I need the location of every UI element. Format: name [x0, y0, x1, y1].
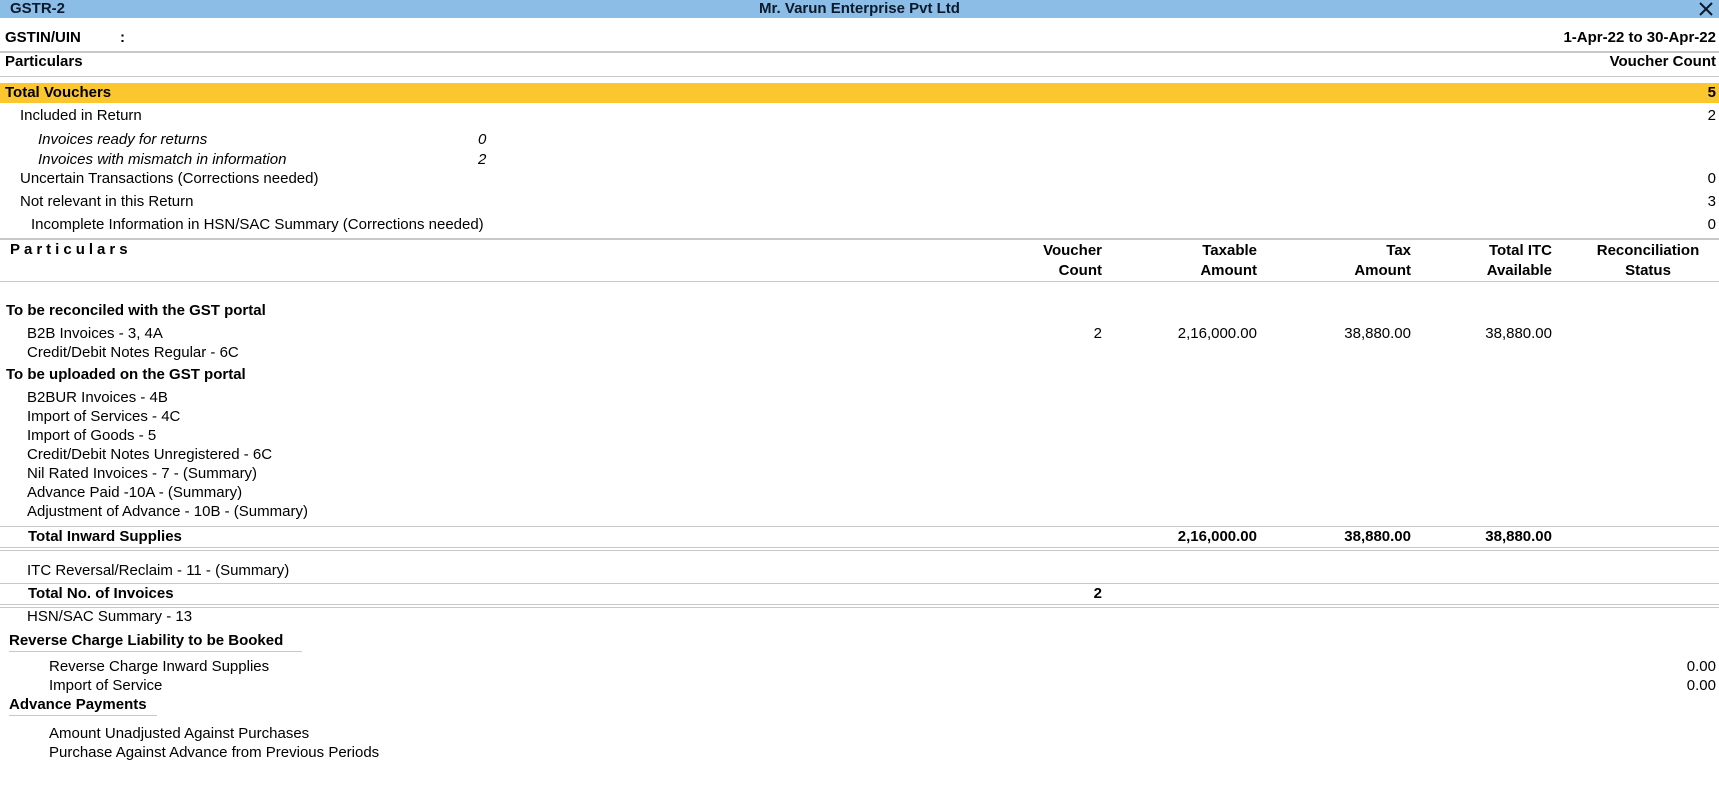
gstin-label: GSTIN/UIN — [5, 29, 81, 46]
invoices-ready-value: 0 — [478, 131, 487, 148]
invoices-mismatch-value: 2 — [478, 151, 487, 168]
summary-col-voucher-count: Voucher Count — [1609, 53, 1716, 70]
list-item[interactable]: Import of Goods - 5 — [27, 427, 156, 444]
advance-payments-heading: Advance Payments — [9, 696, 147, 713]
table-col-total-itc: Total ITC Available — [1487, 241, 1552, 281]
heading-underline — [9, 651, 302, 652]
invoices-ready-label[interactable]: Invoices ready for returns — [38, 131, 207, 148]
total-invoices-label: Total No. of Invoices — [28, 585, 174, 602]
header-line: Taxable — [1202, 242, 1257, 259]
header-line: Amount — [1354, 262, 1411, 279]
b2b-tax-amount: 38,880.00 — [1344, 325, 1411, 342]
header-line: Tax — [1386, 242, 1411, 259]
header-line: Total ITC — [1488, 242, 1552, 259]
total-vouchers-value: 5 — [1707, 84, 1716, 101]
list-item[interactable]: Adjustment of Advance - 10B - (Summary) — [27, 503, 308, 520]
hsn-summary-label[interactable]: HSN/SAC Summary - 13 — [27, 608, 192, 625]
list-item[interactable]: Nil Rated Invoices - 7 - (Summary) — [27, 465, 257, 482]
total-inward-supplies-label: Total Inward Supplies — [28, 528, 182, 545]
gstin-separator: : — [120, 29, 125, 46]
upload-heading: To be uploaded on the GST portal — [6, 366, 246, 383]
title-bar: GSTR-2 Mr. Varun Enterprise Pvt Ltd — [0, 0, 1719, 18]
total-inward-tax: 38,880.00 — [1344, 528, 1411, 545]
table-col-tax-amount: Tax Amount — [1354, 241, 1411, 281]
divider — [0, 526, 1719, 527]
divider — [0, 604, 1719, 605]
not-relevant-label[interactable]: Not relevant in this Return — [20, 193, 193, 210]
incomplete-hsn-label[interactable]: Incomplete Information in HSN/SAC Summar… — [31, 216, 484, 233]
list-item[interactable]: Import of Services - 4C — [27, 408, 180, 425]
company-name: Mr. Varun Enterprise Pvt Ltd — [759, 0, 960, 17]
close-icon[interactable] — [1697, 0, 1715, 18]
import-of-service-value: 0.00 — [1686, 677, 1716, 694]
table-col-taxable-amount: Taxable Amount — [1200, 241, 1257, 281]
table-col-reconciliation-status: Reconciliation Status — [1590, 241, 1706, 281]
list-item[interactable]: Purchase Against Advance from Previous P… — [49, 744, 379, 761]
reverse-charge-inward-label[interactable]: Reverse Charge Inward Supplies — [49, 658, 269, 675]
divider — [0, 238, 1719, 240]
list-item[interactable]: Credit/Debit Notes Unregistered - 6C — [27, 446, 272, 463]
summary-col-particulars: Particulars — [5, 53, 83, 70]
list-item[interactable]: Amount Unadjusted Against Purchases — [49, 725, 309, 742]
total-vouchers-label[interactable]: Total Vouchers — [5, 84, 111, 101]
table-col-voucher-count: Voucher Count — [1043, 241, 1102, 281]
cdn-regular-label[interactable]: Credit/Debit Notes Regular - 6C — [27, 344, 239, 361]
included-in-return-label[interactable]: Included in Return — [20, 107, 142, 124]
heading-underline — [9, 715, 157, 716]
import-of-service-label[interactable]: Import of Service — [49, 677, 162, 694]
divider — [0, 547, 1719, 548]
b2b-taxable-amount: 2,16,000.00 — [1177, 325, 1257, 342]
table-col-particulars: Particulars — [10, 241, 132, 258]
b2b-invoices-label[interactable]: B2B Invoices - 3, 4A — [27, 325, 163, 342]
uncertain-transactions-label[interactable]: Uncertain Transactions (Corrections need… — [20, 170, 318, 187]
list-item[interactable]: Advance Paid -10A - (Summary) — [27, 484, 242, 501]
b2b-total-itc: 38,880.00 — [1485, 325, 1552, 342]
period-range[interactable]: 1-Apr-22 to 30-Apr-22 — [1563, 29, 1716, 46]
header-line: Voucher — [1043, 242, 1102, 259]
divider — [0, 607, 1719, 608]
header-line: Reconciliation — [1596, 242, 1700, 259]
header-line: Status — [1625, 262, 1671, 279]
reconcile-heading: To be reconciled with the GST portal — [6, 302, 266, 319]
total-invoices-count: 2 — [1093, 585, 1102, 602]
header-line: Count — [1058, 262, 1102, 279]
invoices-mismatch-label[interactable]: Invoices with mismatch in information — [38, 151, 286, 168]
total-inward-itc: 38,880.00 — [1485, 528, 1552, 545]
uncertain-transactions-value: 0 — [1707, 170, 1716, 187]
total-vouchers-row[interactable] — [0, 83, 1719, 103]
divider — [0, 550, 1719, 551]
divider — [0, 51, 1719, 53]
divider — [0, 281, 1719, 282]
header-line: Amount — [1200, 262, 1257, 279]
header-line: Available — [1486, 262, 1552, 279]
incomplete-hsn-value: 0 — [1707, 216, 1716, 233]
reverse-charge-inward-value: 0.00 — [1686, 658, 1716, 675]
itc-reversal-label[interactable]: ITC Reversal/Reclaim - 11 - (Summary) — [27, 562, 289, 579]
reverse-charge-heading: Reverse Charge Liability to be Booked — [9, 632, 284, 649]
b2b-voucher-count: 2 — [1093, 325, 1102, 342]
included-in-return-value: 2 — [1707, 107, 1716, 124]
list-item[interactable]: B2BUR Invoices - 4B — [27, 389, 168, 406]
divider — [0, 76, 1719, 77]
divider — [0, 583, 1719, 584]
total-inward-taxable: 2,16,000.00 — [1177, 528, 1257, 545]
not-relevant-value: 3 — [1707, 193, 1716, 210]
